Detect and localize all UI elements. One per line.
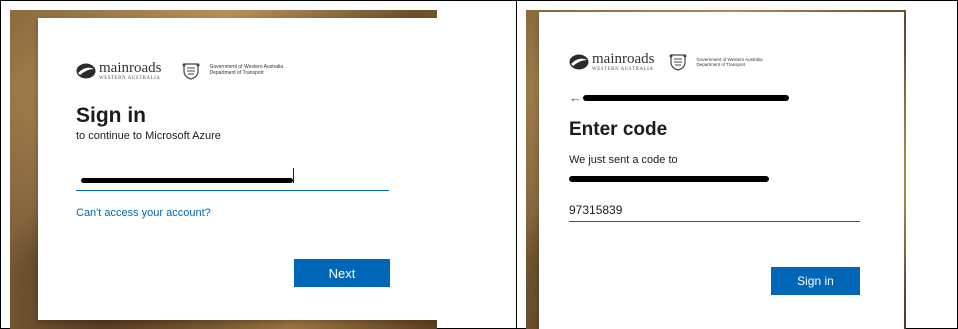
page-subtitle: to continue to Microsoft Azure bbox=[76, 130, 221, 142]
gov-line-2: Department of Transport bbox=[209, 70, 264, 76]
mainroads-wing-icon bbox=[569, 54, 589, 70]
mainroads-wing-icon bbox=[76, 63, 96, 79]
wa-crest-icon bbox=[669, 54, 687, 71]
next-button[interactable]: Next bbox=[294, 259, 390, 287]
gov-logo-right: Government of Western Australia Departme… bbox=[668, 53, 763, 71]
cant-access-link[interactable]: Can't access your account? bbox=[76, 207, 211, 219]
mainroads-sub-right: WESTERN AUSTRALIA bbox=[592, 67, 654, 72]
logo-row-right: mainroads WESTERN AUSTRALIA Government o… bbox=[569, 52, 763, 72]
back-arrow-icon[interactable]: ← bbox=[569, 90, 582, 105]
mainroads-name-right: mainroads bbox=[592, 51, 655, 67]
code-card: mainroads WESTERN AUSTRALIA Government o… bbox=[539, 12, 904, 329]
mainroads-logo-right: mainroads WESTERN AUSTRALIA bbox=[569, 52, 654, 72]
redacted-email bbox=[81, 178, 293, 183]
redacted-email-header bbox=[583, 95, 789, 101]
right-background: mainroads WESTERN AUSTRALIA Government o… bbox=[526, 10, 906, 329]
wa-crest-icon bbox=[182, 63, 200, 80]
page-title-right: Enter code bbox=[569, 119, 668, 140]
frame-divider bbox=[516, 0, 517, 329]
gov-logo: Government of Western Australia Departme… bbox=[181, 62, 283, 80]
signin-button[interactable]: Sign in bbox=[771, 267, 860, 295]
mainroads-name: mainroads bbox=[99, 60, 162, 76]
mainroads-sub: WESTERN AUSTRALIA bbox=[99, 76, 161, 81]
text-caret bbox=[293, 168, 294, 183]
logo-row: mainroads WESTERN AUSTRALIA Government o… bbox=[76, 61, 283, 81]
code-input[interactable] bbox=[569, 199, 860, 222]
page-title: Sign in bbox=[76, 104, 146, 127]
signin-card: mainroads WESTERN AUSTRALIA Government o… bbox=[38, 18, 437, 320]
left-background: mainroads WESTERN AUSTRALIA Government o… bbox=[10, 10, 437, 329]
code-sent-message: We just sent a code to bbox=[569, 154, 678, 166]
gov-line-2-right: Department of Transport bbox=[696, 62, 746, 67]
mainroads-logo: mainroads WESTERN AUSTRALIA bbox=[76, 61, 161, 81]
frame-left-border bbox=[0, 0, 1, 329]
frame-top-border bbox=[0, 0, 958, 1]
redacted-email-message bbox=[569, 176, 769, 182]
